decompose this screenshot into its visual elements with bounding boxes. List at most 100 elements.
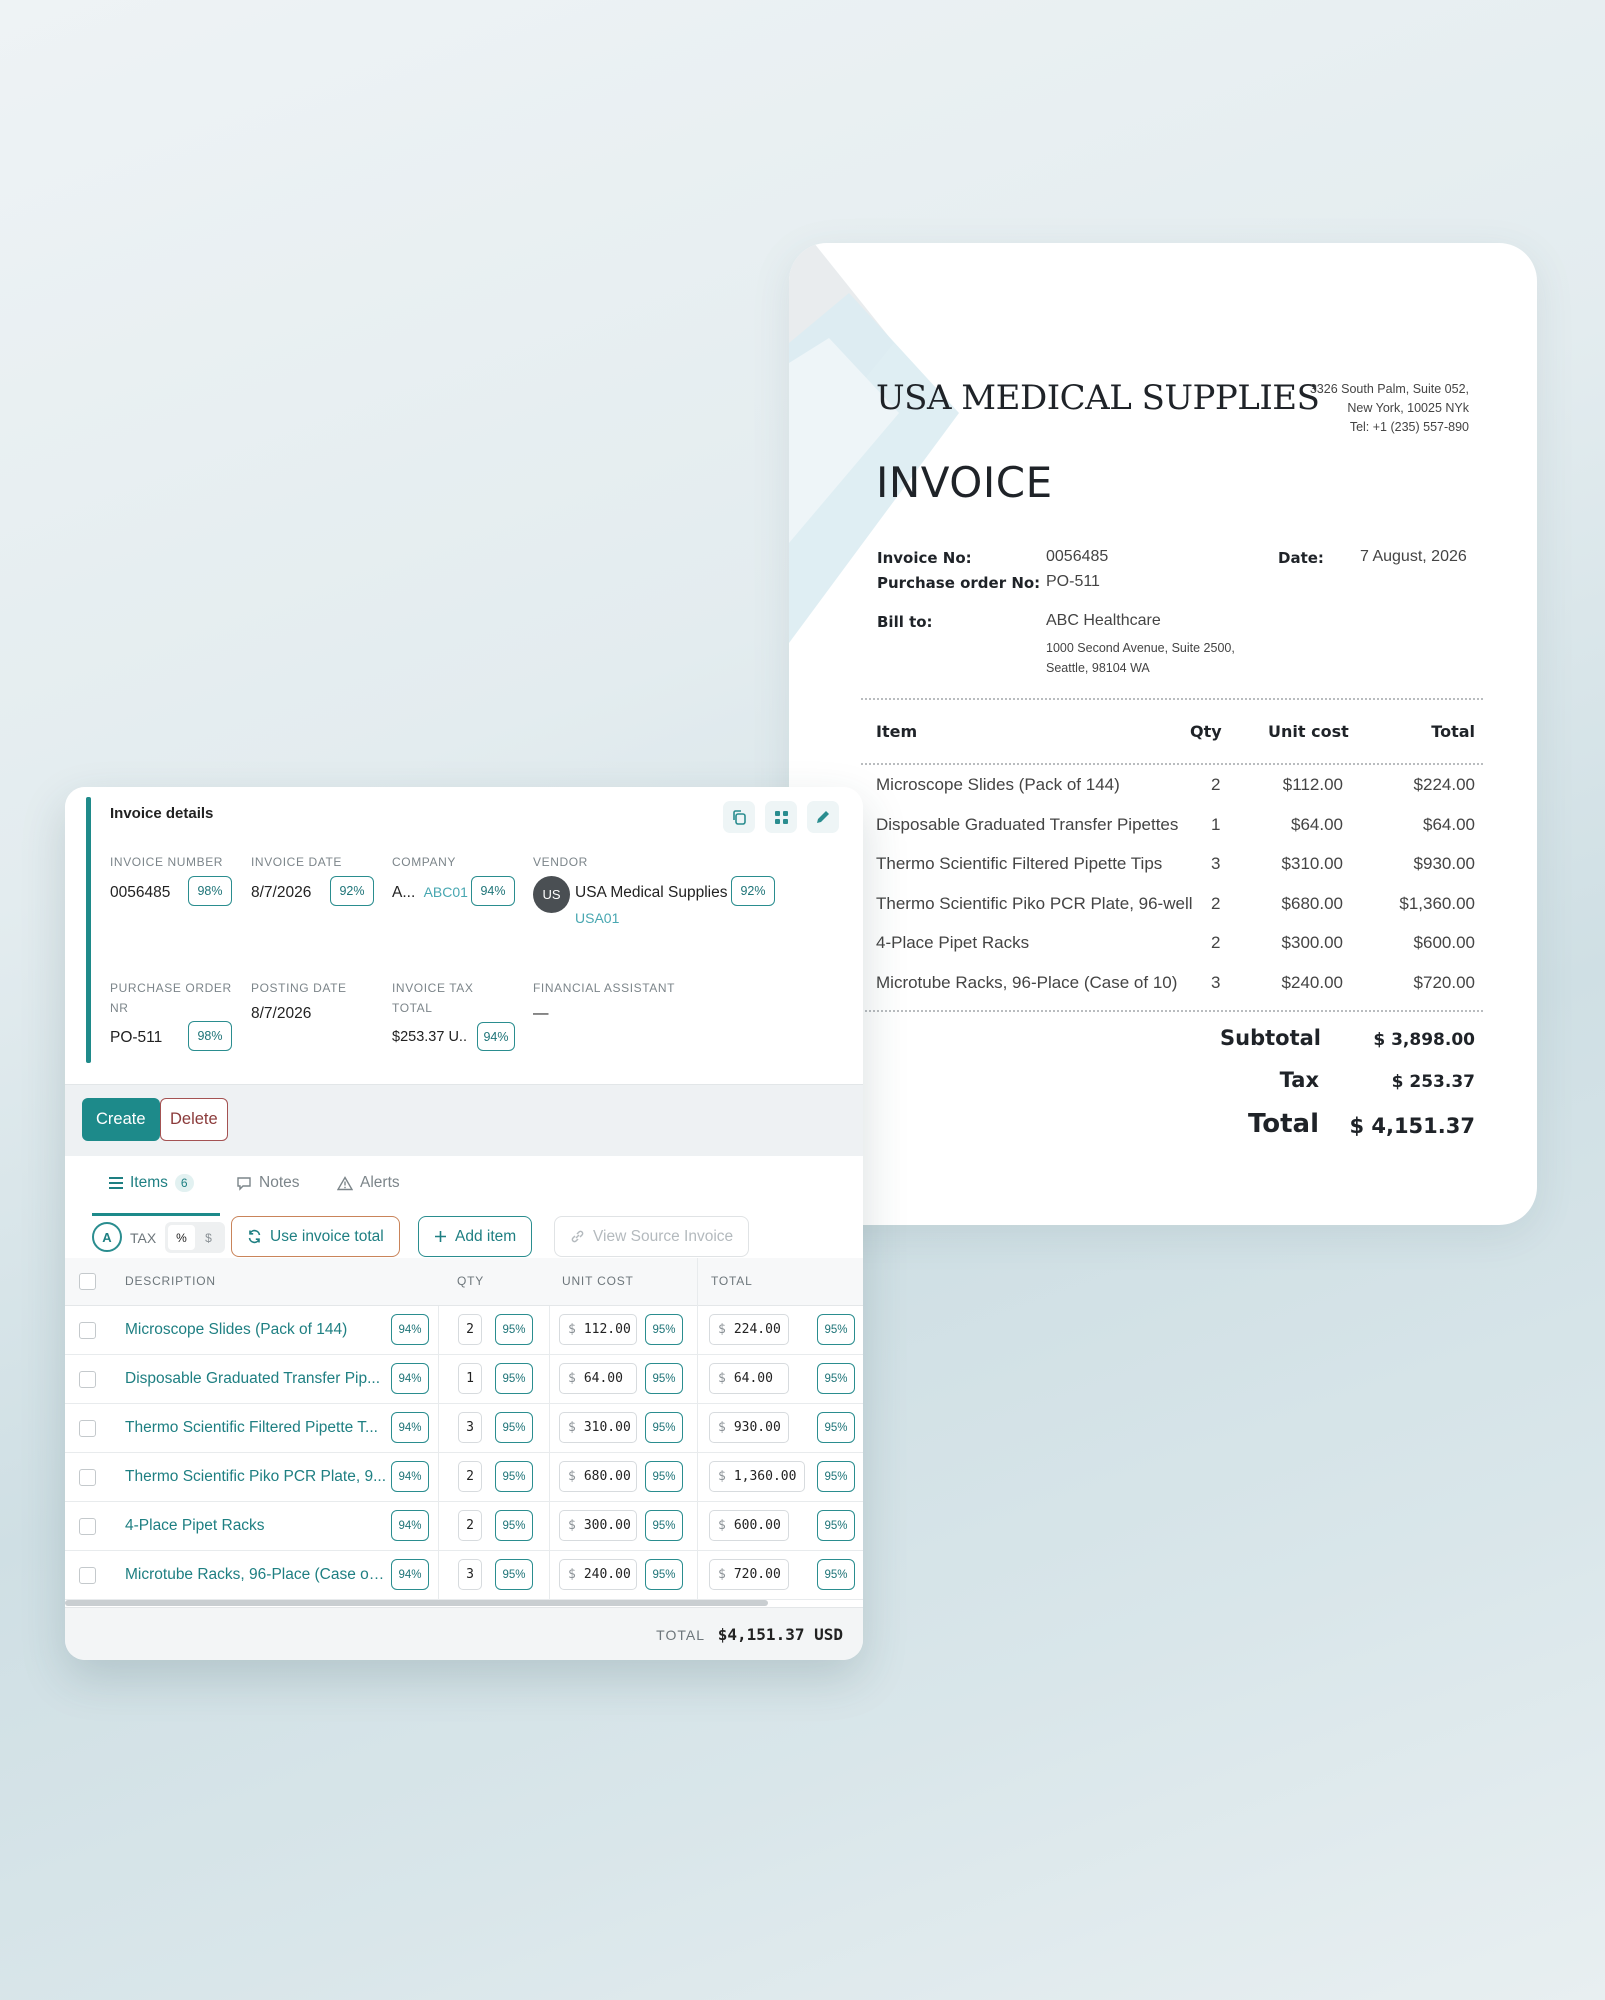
total-input[interactable]: $1,360.00 bbox=[709, 1461, 805, 1492]
tab-alerts[interactable]: Alerts bbox=[337, 1174, 400, 1192]
tab-notes[interactable]: Notes bbox=[236, 1174, 300, 1192]
invoice-date-value[interactable]: 8/7/2026 bbox=[251, 884, 311, 902]
confidence-badge: 95% bbox=[495, 1510, 533, 1541]
horizontal-scrollbar[interactable] bbox=[65, 1600, 768, 1606]
qty-input[interactable]: 3 bbox=[458, 1559, 482, 1590]
divider bbox=[861, 1010, 1483, 1012]
qty-input[interactable]: 3 bbox=[458, 1412, 482, 1443]
total-input[interactable]: $720.00 bbox=[709, 1559, 789, 1590]
row-checkbox[interactable] bbox=[79, 1567, 96, 1584]
table-row[interactable]: Microscope Slides (Pack of 144) 94% 2 95% $1… bbox=[65, 1306, 863, 1355]
qty-input[interactable]: 1 bbox=[458, 1363, 482, 1394]
item-description[interactable]: Disposable Graduated Transfer Pip... bbox=[125, 1370, 380, 1388]
qty-input[interactable]: 2 bbox=[458, 1314, 482, 1345]
tax-total-value[interactable]: $253.37 U.. bbox=[392, 1029, 467, 1045]
vendor-code-link[interactable]: USA01 bbox=[575, 910, 619, 926]
create-button[interactable]: Create bbox=[82, 1098, 160, 1141]
column-divider bbox=[549, 1453, 550, 1502]
select-all-checkbox[interactable] bbox=[79, 1273, 96, 1290]
footer-total-value: $4,151.37 USD bbox=[717, 1625, 843, 1644]
doc-item-row: Thermo Scientific Piko PCR Plate, 96-wel… bbox=[789, 894, 1537, 934]
copy-icon[interactable] bbox=[723, 801, 755, 833]
posting-date-value[interactable]: 8/7/2026 bbox=[251, 1005, 311, 1023]
qty-input[interactable]: 2 bbox=[458, 1461, 482, 1492]
unit-cost-input[interactable]: $64.00 bbox=[559, 1363, 637, 1394]
doc-item-unit-cost: $240.00 bbox=[1281, 972, 1343, 992]
doc-col-qty: Qty bbox=[1190, 722, 1222, 741]
invoice-app-panel: Invoice details INVOICE NUMBER 0056485 9… bbox=[65, 787, 863, 1660]
doc-item-unit-cost: $64.00 bbox=[1291, 814, 1343, 834]
item-description[interactable]: Microtube Racks, 96-Place (Case of ... bbox=[125, 1566, 387, 1584]
list-icon bbox=[109, 1177, 123, 1189]
doc-col-total: Total bbox=[1431, 722, 1475, 741]
table-row[interactable]: Thermo Scientific Piko PCR Plate, 9... 94… bbox=[65, 1453, 863, 1502]
column-divider bbox=[438, 1355, 439, 1404]
doc-item-qty: 2 bbox=[1211, 933, 1221, 952]
invoice-details-card: Invoice details INVOICE NUMBER 0056485 9… bbox=[65, 787, 863, 1084]
row-checkbox[interactable] bbox=[79, 1518, 96, 1535]
financial-assistant-label: FINANCIAL ASSISTANT bbox=[533, 981, 676, 995]
table-row[interactable]: Thermo Scientific Filtered Pipette T... 9… bbox=[65, 1404, 863, 1453]
doc-item-unit-cost: $310.00 bbox=[1281, 854, 1343, 873]
item-description[interactable]: Thermo Scientific Filtered Pipette T... bbox=[125, 1419, 378, 1437]
row-checkbox[interactable] bbox=[79, 1420, 96, 1437]
doc-item-row: Microscope Slides (Pack of 144) 2 $112.00 $… bbox=[789, 775, 1537, 815]
tax-percent-option[interactable]: % bbox=[168, 1225, 195, 1250]
row-checkbox[interactable] bbox=[79, 1322, 96, 1339]
tax-mode-toggle: % $ bbox=[165, 1222, 225, 1253]
company-code-link[interactable]: ABC01 bbox=[424, 884, 468, 900]
total-input[interactable]: $600.00 bbox=[709, 1510, 789, 1541]
unit-cost-input[interactable]: $680.00 bbox=[559, 1461, 637, 1492]
invoice-document: USA MEDICAL SUPPLIES 3326 South Palm, Su… bbox=[789, 243, 1537, 1225]
doc-item-name: Microscope Slides (Pack of 144) bbox=[876, 775, 1120, 794]
total-input[interactable]: $64.00 bbox=[709, 1363, 789, 1394]
grid-icon[interactable] bbox=[765, 801, 797, 833]
doc-item-row: Microtube Racks, 96-Place (Case of 10) 3 $… bbox=[789, 973, 1537, 1013]
column-divider bbox=[697, 1404, 698, 1453]
column-divider bbox=[697, 1502, 698, 1551]
vendor-name[interactable]: USA Medical Supplies bbox=[575, 884, 728, 902]
details-title: Invoice details bbox=[110, 805, 214, 822]
doc-tax: $ 253.37 bbox=[1391, 1072, 1475, 1092]
tab-items[interactable]: Items 6 bbox=[109, 1174, 194, 1192]
auto-toggle[interactable]: A bbox=[92, 1222, 122, 1252]
column-divider bbox=[549, 1306, 550, 1355]
unit-cost-input[interactable]: $112.00 bbox=[559, 1314, 637, 1345]
financial-assistant-value[interactable]: — bbox=[533, 1005, 549, 1023]
po-label: PURCHASE ORDER NR bbox=[110, 981, 232, 1015]
item-description[interactable]: Thermo Scientific Piko PCR Plate, 9... bbox=[125, 1468, 386, 1486]
view-source-invoice-button[interactable]: View Source Invoice bbox=[554, 1216, 750, 1257]
row-checkbox[interactable] bbox=[79, 1469, 96, 1486]
item-description[interactable]: 4-Place Pipet Racks bbox=[125, 1517, 265, 1535]
table-row[interactable]: 4-Place Pipet Racks 94% 2 95% $300.00 95% $600… bbox=[65, 1502, 863, 1551]
item-description[interactable]: Microscope Slides (Pack of 144) bbox=[125, 1321, 347, 1339]
invoice-number-value[interactable]: 0056485 bbox=[110, 884, 170, 902]
unit-cost-input[interactable]: $310.00 bbox=[559, 1412, 637, 1443]
po-value[interactable]: PO-511 bbox=[110, 1029, 162, 1047]
doc-item-qty: 2 bbox=[1211, 893, 1221, 913]
unit-cost-input[interactable]: $240.00 bbox=[559, 1559, 637, 1590]
confidence-badge: 95% bbox=[495, 1363, 533, 1394]
qty-input[interactable]: 2 bbox=[458, 1510, 482, 1541]
unit-cost-input[interactable]: $300.00 bbox=[559, 1510, 637, 1541]
doc-tax-label: Tax bbox=[1279, 1068, 1319, 1092]
tax-dollar-option[interactable]: $ bbox=[195, 1225, 222, 1250]
doc-item-name: 4-Place Pipet Racks bbox=[876, 933, 1030, 952]
confidence-badge: 94% bbox=[477, 1022, 515, 1051]
table-row[interactable]: Microtube Racks, 96-Place (Case of ... 94… bbox=[65, 1551, 863, 1600]
confidence-badge: 95% bbox=[645, 1559, 683, 1590]
total-input[interactable]: $224.00 bbox=[709, 1314, 789, 1345]
doc-item-qty: 1 bbox=[1211, 814, 1221, 834]
delete-button[interactable]: Delete bbox=[160, 1098, 228, 1141]
column-divider bbox=[549, 1551, 550, 1600]
confidence-badge: 94% bbox=[391, 1510, 429, 1541]
doc-item-row: 4-Place Pipet Racks 2 $300.00 $600.00 bbox=[789, 933, 1537, 973]
table-row[interactable]: Disposable Graduated Transfer Pip... 94% 1… bbox=[65, 1355, 863, 1404]
company-value[interactable]: A... ABC01 bbox=[392, 884, 468, 902]
add-item-button[interactable]: Add item bbox=[418, 1216, 533, 1257]
row-checkbox[interactable] bbox=[79, 1371, 96, 1388]
total-input[interactable]: $930.00 bbox=[709, 1412, 789, 1443]
use-invoice-total-button[interactable]: Use invoice total bbox=[231, 1216, 400, 1257]
edit-icon[interactable] bbox=[807, 801, 839, 833]
company-label: COMPANY bbox=[392, 855, 456, 869]
